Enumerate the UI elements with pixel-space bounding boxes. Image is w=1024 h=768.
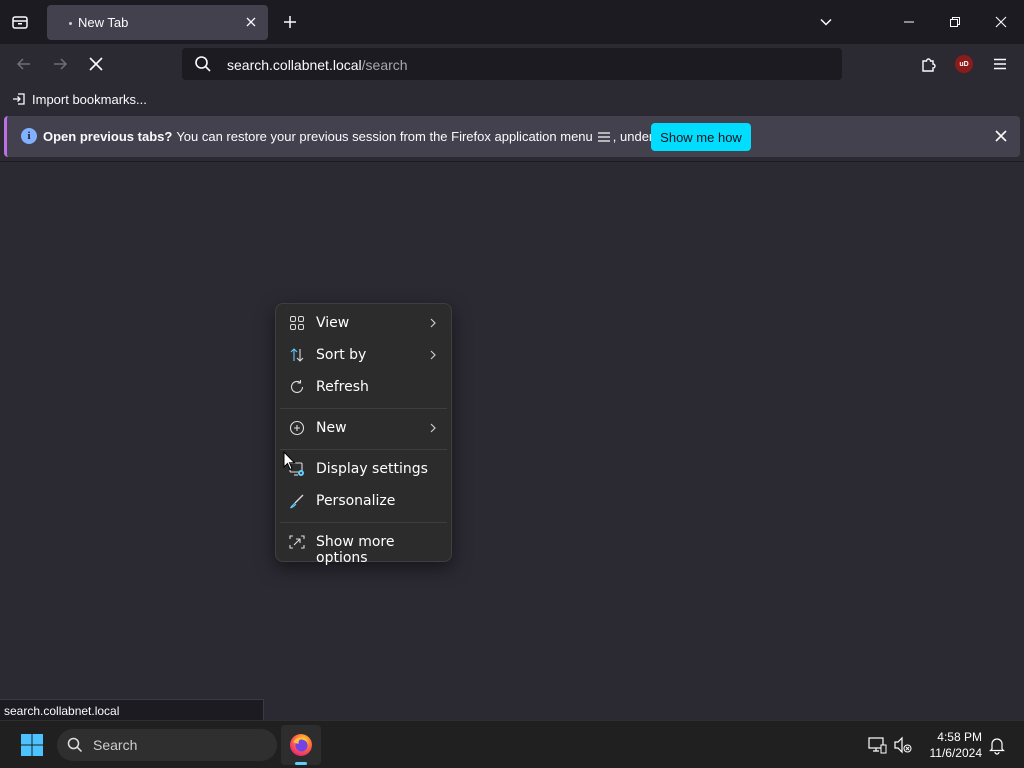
mouse-cursor-icon xyxy=(283,451,296,471)
taskbar-firefox-button[interactable] xyxy=(281,725,321,765)
page-content[interactable] xyxy=(0,162,1024,720)
menu-item-refresh[interactable]: Refresh xyxy=(280,372,447,402)
menu-item-display-settings[interactable]: Display settings xyxy=(280,454,447,484)
navigation-toolbar: search.collabnet.local/search uD xyxy=(0,44,1024,84)
show-more-options-icon xyxy=(289,535,305,549)
stop-x-icon xyxy=(89,57,103,71)
tab-new-tab[interactable]: New Tab xyxy=(47,5,268,40)
system-clock[interactable]: 4:58 PM 11/6/2024 xyxy=(920,729,983,761)
clock-date: 11/6/2024 xyxy=(929,746,983,760)
menu-item-label: Display settings xyxy=(316,461,428,477)
firefox-view-button[interactable] xyxy=(8,10,32,34)
import-icon xyxy=(13,93,25,105)
close-window-button[interactable] xyxy=(989,10,1013,34)
tab-title: New Tab xyxy=(78,15,129,30)
status-url: search.collabnet.local xyxy=(4,704,120,718)
network-icon[interactable] xyxy=(867,735,887,755)
chevron-right-icon xyxy=(430,423,436,433)
menu-separator xyxy=(280,408,447,409)
restore-button[interactable] xyxy=(943,10,967,34)
menu-item-view[interactable]: View xyxy=(280,308,447,338)
notification-close-button[interactable] xyxy=(992,127,1010,145)
session-restore-notification: i Open previous tabs? You can restore yo… xyxy=(4,116,1020,157)
desktop-context-menu: View Sort by Refresh New Display setting… xyxy=(275,303,452,566)
taskbar-search-label: Search xyxy=(93,737,138,753)
puzzle-piece-icon xyxy=(922,58,936,72)
minimize-button[interactable] xyxy=(897,10,921,34)
notification-title: Open previous tabs? xyxy=(43,129,173,144)
chevron-right-icon xyxy=(430,318,436,328)
list-all-tabs-button[interactable] xyxy=(814,10,838,34)
info-icon: i xyxy=(21,128,37,144)
sort-icon xyxy=(290,348,304,362)
notification-text: You can restore your previous session fr… xyxy=(176,129,593,144)
status-panel: search.collabnet.local xyxy=(0,699,264,720)
view-grid-icon xyxy=(290,316,304,330)
firefox-view-icon xyxy=(12,16,28,29)
taskbar: Search 4:58 PM 11/6/2024 xyxy=(0,720,1024,768)
search-icon xyxy=(67,737,83,753)
minimize-icon xyxy=(904,21,914,23)
url-text[interactable]: search.collabnet.local/search xyxy=(227,57,408,73)
show-me-how-button[interactable]: Show me how xyxy=(651,123,751,151)
close-icon xyxy=(246,17,256,27)
extensions-button[interactable] xyxy=(917,52,941,76)
firefox-logo-icon xyxy=(290,734,312,756)
menu-item-label: Sort by xyxy=(316,347,367,363)
plus-icon xyxy=(284,16,296,28)
hamburger-menu-icon xyxy=(994,58,1006,70)
ublock-badge-text: uD xyxy=(959,60,969,68)
chevron-right-icon xyxy=(430,350,436,360)
arrow-right-icon xyxy=(54,58,68,70)
menu-item-sort-by[interactable]: Sort by xyxy=(280,340,447,370)
arrow-left-icon xyxy=(16,58,30,70)
notification-bell-icon[interactable] xyxy=(987,735,1007,755)
import-bookmarks-button[interactable]: Import bookmarks... xyxy=(12,90,147,108)
close-icon xyxy=(995,130,1007,142)
bookmarks-toolbar: Import bookmarks... xyxy=(0,84,1024,112)
stop-button[interactable] xyxy=(84,52,108,76)
windows-start-icon[interactable] xyxy=(20,733,44,757)
url-bar[interactable]: search.collabnet.local/search xyxy=(182,48,842,80)
menu-item-label: View xyxy=(316,315,350,331)
menu-item-label: Refresh xyxy=(316,379,369,395)
menu-item-personalize[interactable]: Personalize xyxy=(280,486,447,516)
taskbar-search-box[interactable]: Search xyxy=(57,729,277,761)
ublock-origin-icon[interactable]: uD xyxy=(955,55,973,73)
chevron-down-icon xyxy=(820,18,832,26)
refresh-icon xyxy=(290,380,304,393)
screen: New Tab search.collabnet.local/search uD… xyxy=(0,0,1024,768)
personalize-brush-icon xyxy=(290,494,304,509)
search-icon xyxy=(195,56,211,72)
menu-item-label: New xyxy=(316,420,347,436)
clock-time: 4:58 PM xyxy=(937,730,982,744)
url-path: /search xyxy=(361,57,408,73)
menu-item-label: Show more options xyxy=(316,534,395,566)
tab-strip: New Tab xyxy=(0,0,1024,44)
app-menu-button[interactable] xyxy=(988,52,1012,76)
new-plus-icon xyxy=(289,420,305,436)
menu-separator xyxy=(280,522,447,523)
back-button[interactable] xyxy=(12,52,36,76)
menu-separator xyxy=(280,449,447,450)
volume-muted-icon[interactable] xyxy=(893,735,913,755)
new-tab-button[interactable] xyxy=(279,11,301,33)
notification-message: Open previous tabs? You can restore your… xyxy=(43,129,700,144)
menu-item-label: Personalize xyxy=(316,493,396,509)
close-icon xyxy=(995,16,1007,28)
menu-item-show-more-options[interactable]: Show more options xyxy=(280,527,447,566)
forward-button[interactable] xyxy=(48,52,72,76)
running-indicator xyxy=(295,762,307,765)
tab-loading-dot xyxy=(69,22,72,25)
url-host: search.collabnet.local xyxy=(227,57,362,73)
menu-item-new[interactable]: New xyxy=(280,413,447,443)
restore-icon xyxy=(950,17,960,27)
tab-close-button[interactable] xyxy=(243,14,259,30)
import-bookmarks-label: Import bookmarks... xyxy=(32,91,147,107)
hamburger-menu-icon xyxy=(597,131,610,142)
